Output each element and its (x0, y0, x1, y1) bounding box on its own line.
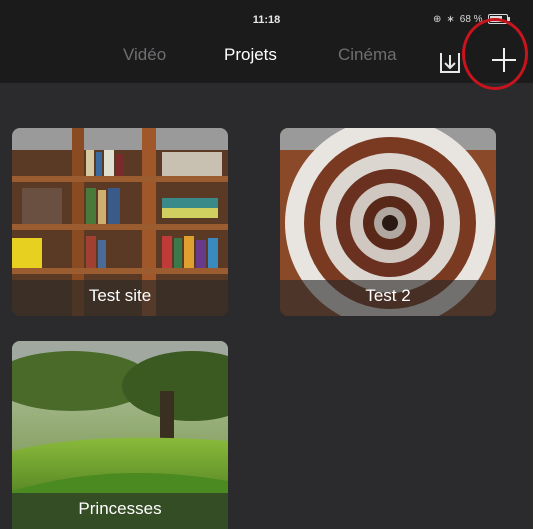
battery-icon (487, 14, 510, 24)
project-title: Test 2 (365, 286, 411, 305)
tab-video[interactable]: Vidéo (123, 45, 166, 65)
add-project-button[interactable] (488, 44, 520, 76)
project-card-princesses[interactable]: Princesses (12, 341, 228, 529)
tab-projets[interactable]: Projets (224, 45, 277, 65)
battery-percent: 68 % (459, 13, 483, 25)
project-title: Princesses (78, 499, 162, 518)
imovie-screen: 11:18 ⊕ ∗ 68 % Vidéo Projets Cinéma Test… (0, 0, 533, 529)
tab-cinema[interactable]: Cinéma (338, 45, 397, 65)
top-bar: 11:18 ⊕ ∗ 68 % Vidéo Projets Cinéma (0, 0, 533, 83)
project-title: Test site (88, 286, 152, 305)
project-card-test-2[interactable]: Test 2 (280, 128, 496, 316)
bluetooth-icon: ∗ (446, 13, 455, 25)
status-indicators: ⊕ ∗ 68 % (433, 11, 510, 27)
project-card-test-site[interactable]: Test site (12, 128, 228, 316)
lock-rotation-icon: ⊕ (433, 13, 442, 25)
plus-icon (492, 48, 516, 72)
import-tray-icon[interactable] (437, 45, 463, 75)
